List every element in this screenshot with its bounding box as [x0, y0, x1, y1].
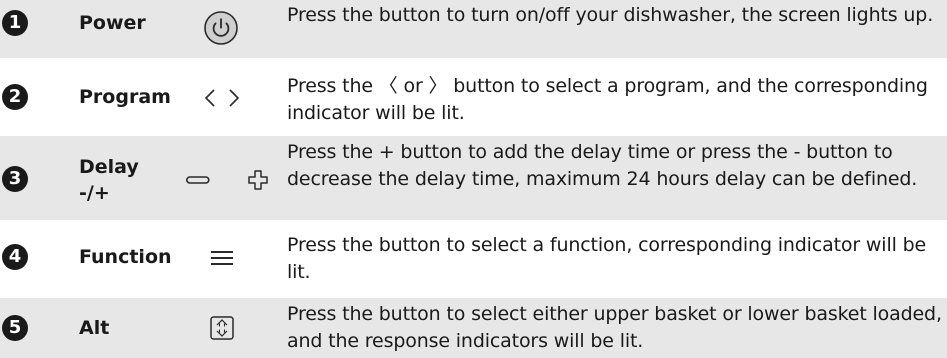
- button-name: Program: [79, 86, 171, 108]
- row-number-badge: 3: [2, 166, 28, 192]
- row-number-badge: 2: [2, 84, 28, 110]
- table-row-delay: 3 Delay -/+ Press the + button to add th…: [0, 136, 947, 220]
- button-description: Press the button to turn on/off your dis…: [287, 4, 934, 26]
- table-row-power: 1 Power Press the button to turn on/off …: [0, 0, 947, 58]
- table-row-alt: 5 Alt Press the button to select either …: [0, 298, 947, 358]
- row-number-badge: 5: [2, 315, 28, 341]
- button-description: Press the + button to add the delay time…: [287, 141, 918, 190]
- row-number-badge: 1: [2, 10, 28, 36]
- button-name: Delay -/+: [79, 154, 139, 206]
- minus-plus-icon: [186, 167, 276, 193]
- button-description: Press the button to select a function, c…: [287, 234, 927, 283]
- chevron-left-right-icon: [200, 85, 244, 111]
- button-name: Function: [79, 246, 172, 268]
- button-description: Press the button to select either upper …: [287, 303, 942, 352]
- button-description: Press the 〈 or 〉 button to select a prog…: [287, 75, 928, 124]
- row-number-badge: 4: [2, 244, 28, 270]
- basket-alternate-icon: [208, 314, 236, 342]
- menu-icon: [208, 246, 236, 270]
- button-name: Power: [79, 12, 146, 34]
- button-description-table: 1 Power Press the button to turn on/off …: [0, 0, 947, 358]
- button-name-line: Delay: [79, 156, 139, 178]
- table-row-function: 4 Function Press the button to select a …: [0, 230, 947, 288]
- power-icon: [203, 10, 239, 46]
- button-name: Alt: [79, 317, 110, 339]
- button-name-line: -/+: [79, 182, 110, 204]
- table-row-program: 2 Program Press the 〈 or 〉 button to sel…: [0, 70, 947, 128]
